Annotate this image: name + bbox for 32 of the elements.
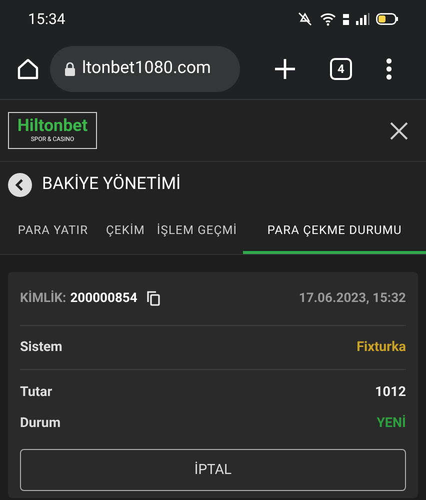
tab[interactable]: ÇEKİM: [100, 208, 151, 254]
menu-icon[interactable]: [386, 58, 392, 80]
close-icon[interactable]: [390, 122, 408, 140]
volte-icon: [342, 12, 350, 26]
date-text: 17.06.2023, 15:32: [298, 290, 406, 308]
tab[interactable]: PARA YATIR: [0, 208, 100, 254]
detail-label: Sistem: [20, 338, 62, 358]
tab-count-button[interactable]: 4: [330, 58, 352, 80]
tab[interactable]: İŞLEM GEÇMİ: [150, 208, 244, 254]
tab[interactable]: PARA ÇEKME DURUMU: [243, 208, 426, 254]
plus-icon[interactable]: [274, 58, 296, 80]
page-title: BAKİYE YÖNETİMİ: [42, 173, 181, 196]
detail-value: YENİ: [376, 414, 406, 434]
home-icon[interactable]: [16, 56, 40, 80]
detail-value: 1012: [375, 383, 406, 402]
id-label: KİMLİK:: [20, 290, 66, 308]
logo-text: Hiltonbet: [17, 118, 88, 135]
cancel-button[interactable]: İPTAL: [20, 449, 406, 491]
detail-label: Durum: [20, 414, 61, 434]
address-bar[interactable]: ltonbet1080.com: [50, 46, 240, 92]
lock-icon: [64, 62, 76, 76]
back-icon[interactable]: [8, 173, 32, 197]
detail-value: Fixturka: [356, 338, 406, 358]
copy-icon[interactable]: [147, 291, 160, 306]
signal-icon: [356, 13, 370, 25]
wifi-icon: [320, 12, 336, 26]
detail-label: Tutar: [20, 383, 52, 402]
battery-icon: [376, 13, 398, 25]
clock: 15:34: [28, 8, 66, 30]
id-value: 200000854: [70, 290, 138, 308]
url-text: ltonbet1080.com: [82, 56, 211, 80]
mute-icon: [296, 12, 314, 26]
